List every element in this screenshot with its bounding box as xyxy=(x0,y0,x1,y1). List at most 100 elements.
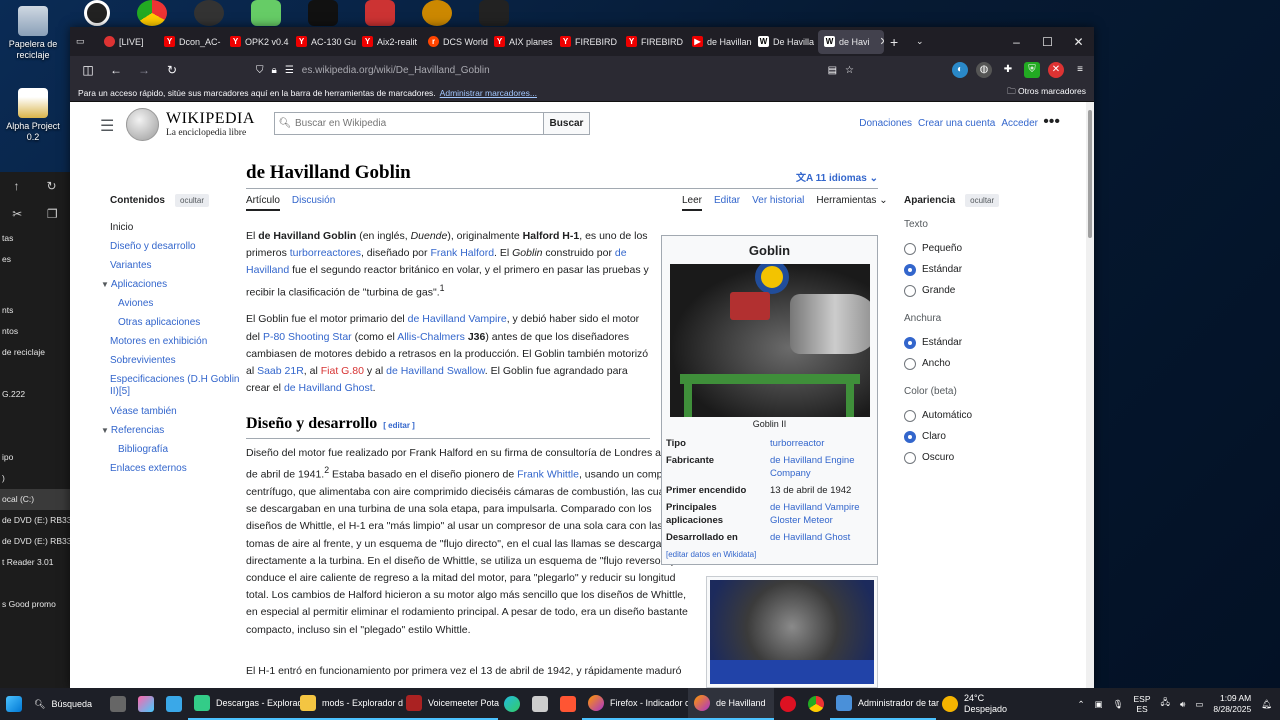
explorer-row[interactable]: de DVD (E:) RB338V xyxy=(0,510,70,531)
appearance-hide-button[interactable]: ocultar xyxy=(965,194,1000,207)
chevron-up-icon[interactable]: ⌃ xyxy=(1078,699,1085,710)
section-edit-link[interactable]: [ editar ] xyxy=(383,421,415,430)
extension-icon[interactable]: ◐ xyxy=(952,62,968,78)
radio-option[interactable]: Pequeño xyxy=(904,238,1014,259)
browser-tab[interactable]: Y OPK2 v0.4 xyxy=(224,27,290,56)
reader-view-icon[interactable]: ▤ xyxy=(828,65,837,76)
tab-history[interactable]: Ver historial xyxy=(752,195,804,211)
app-icon[interactable] xyxy=(251,0,281,26)
infobox-value-link[interactable]: de Havilland Vampire Gloster Meteor xyxy=(770,502,860,526)
toc-item-bibliografia[interactable]: Bibliografía xyxy=(110,444,250,463)
create-account-link[interactable]: Crear una cuenta xyxy=(918,118,995,129)
toc-item-otras-aplicaciones[interactable]: Otras aplicaciones xyxy=(110,317,250,336)
radio-button-checked[interactable] xyxy=(904,263,916,276)
permissions-icon[interactable]: ☰ xyxy=(285,65,294,76)
app-icon[interactable] xyxy=(479,0,509,26)
app-icon[interactable] xyxy=(308,0,338,26)
tab-read[interactable]: Leer xyxy=(682,195,703,211)
radio-option[interactable]: Estándar xyxy=(904,259,1014,280)
microphone-icon[interactable]: 🎙︎ xyxy=(1113,699,1124,710)
bookmark-star-icon[interactable]: ☆ xyxy=(845,65,854,76)
toc-item-referencias[interactable]: ▼ Referencias xyxy=(101,425,250,444)
forward-arrow-icon[interactable]: → xyxy=(132,59,156,81)
shield-extension-icon[interactable]: ⛨ xyxy=(1024,62,1040,78)
explorer-row[interactable]: ocal (C:) xyxy=(0,489,70,510)
radio-button[interactable] xyxy=(904,284,916,297)
link[interactable]: Frank Halford xyxy=(430,247,494,259)
link[interactable]: de Havilland Swallow xyxy=(386,365,485,377)
lock-icon[interactable]: 🔒︎ xyxy=(272,65,277,76)
explorer-row[interactable]: G.222 xyxy=(0,384,70,405)
puzzle-icon[interactable]: ✚ xyxy=(1000,62,1016,78)
app-icon[interactable] xyxy=(422,0,452,26)
blocker-extension-icon[interactable]: ✕ xyxy=(1048,62,1064,78)
tray-app-icon[interactable]: ▣ xyxy=(1095,699,1103,710)
browser-tab[interactable]: Y Dcon_AC- xyxy=(158,27,224,56)
arrow-up-icon[interactable]: ↑ xyxy=(13,179,19,193)
edit-wikidata-link[interactable]: [editar datos en Wikidata] xyxy=(666,550,756,559)
taskbar-app-task-manager[interactable]: Administrador de tar xyxy=(830,688,939,720)
explorer-row[interactable]: nts xyxy=(0,300,70,321)
taskbar-app-chrome[interactable] xyxy=(802,688,830,720)
radio-button-checked[interactable] xyxy=(904,336,916,349)
browser-tab[interactable]: Y AIX planes xyxy=(488,27,554,56)
cut-icon[interactable]: ✂ xyxy=(12,207,22,221)
notification-bell-icon[interactable]: 🔔︎ xyxy=(1261,699,1272,710)
login-link[interactable]: Acceder xyxy=(1001,118,1038,129)
taskbar-search[interactable]: 🔍︎ Búsqueda xyxy=(28,688,104,720)
app-icon[interactable] xyxy=(194,0,224,26)
chrome-icon[interactable] xyxy=(137,0,167,26)
radio-button[interactable] xyxy=(904,409,916,422)
more-options-icon[interactable]: ••• xyxy=(1043,113,1060,131)
radio-option[interactable]: Automático xyxy=(904,405,1014,426)
taskbar-app-explorer[interactable]: mods - Explorador d xyxy=(294,688,403,720)
link[interactable]: Fiat G.80 xyxy=(321,365,364,377)
link[interactable]: Allis-Chalmers xyxy=(397,331,465,343)
link[interactable]: Saab 21R xyxy=(257,365,304,377)
app-icon[interactable] xyxy=(84,0,110,26)
link[interactable]: Frank Whittle xyxy=(517,469,579,481)
recycle-bin-icon[interactable]: Papelera de reciclaje xyxy=(0,6,66,61)
browser-tab[interactable]: Y AC-130 Gu xyxy=(290,27,356,56)
wikipedia-globe-icon[interactable] xyxy=(126,108,159,141)
chevron-down-icon[interactable]: ▼ xyxy=(101,426,109,435)
link[interactable]: P-80 Shooting Star xyxy=(263,331,352,343)
taskbar-app-voicemeeter[interactable]: Voicemeeter Pota xyxy=(400,688,499,720)
reload-icon[interactable]: ↻ xyxy=(160,59,184,81)
browser-tab-active[interactable]: Wde Havi✕ xyxy=(818,29,884,54)
minimize-icon[interactable]: – xyxy=(1001,35,1032,49)
list-tabs-button[interactable]: ⌄ xyxy=(910,27,936,56)
browser-tab[interactable]: [LIVE] xyxy=(98,27,158,56)
battery-icon[interactable]: ▭ xyxy=(1195,699,1203,710)
scrollbar-thumb[interactable] xyxy=(1088,110,1092,238)
start-button[interactable] xyxy=(0,688,28,720)
explorer-row[interactable]: s Good promo xyxy=(0,594,70,615)
toc-item-aplicaciones[interactable]: ▼ Aplicaciones xyxy=(101,279,250,298)
other-bookmarks[interactable]: 🗀︎ Otros marcadores xyxy=(1007,86,1086,100)
wikipedia-wordmark[interactable]: WIKIPEDIA xyxy=(166,110,255,128)
search-button[interactable]: Buscar xyxy=(543,113,589,134)
taskbar-app-downloads[interactable]: Descargas - Explorad xyxy=(188,688,303,720)
chevron-down-icon[interactable]: ▼ xyxy=(101,280,109,289)
extension-icon[interactable]: ◍ xyxy=(976,62,992,78)
taskbar-app-firefox-active[interactable]: de Havilland xyxy=(688,688,774,720)
explorer-row[interactable]: ipo xyxy=(0,447,70,468)
taskbar-app[interactable] xyxy=(526,688,554,720)
link[interactable]: de Havilland Ghost xyxy=(284,382,373,394)
radio-button[interactable] xyxy=(904,357,916,370)
explorer-row[interactable]: es xyxy=(0,249,70,270)
volume-icon[interactable]: 🔊︎ xyxy=(1180,699,1185,710)
link[interactable]: de Havilland Vampire xyxy=(408,313,507,325)
toc-item-motores[interactable]: Motores en exhibición xyxy=(110,336,250,355)
toc-hide-button[interactable]: ocultar xyxy=(175,194,210,207)
copilot-button[interactable] xyxy=(132,688,160,720)
address-bar[interactable]: ⛉ 🔒︎ ☰ es.wikipedia.org/wiki/De_Havillan… xyxy=(250,59,860,81)
clock[interactable]: 1:09 AM 8/28/2025 xyxy=(1213,693,1251,715)
infobox-value-link[interactable]: de Havilland Ghost xyxy=(770,532,850,543)
infobox-value-link[interactable]: de Havilland Engine Company xyxy=(770,455,855,479)
app-icon[interactable] xyxy=(365,0,395,26)
radio-option[interactable]: Claro xyxy=(904,426,1014,447)
manage-bookmarks-link[interactable]: Administrar marcadores... xyxy=(440,88,537,98)
infobox-value-link[interactable]: turborreactor xyxy=(770,438,824,449)
explorer-row[interactable]: ) xyxy=(0,468,70,489)
